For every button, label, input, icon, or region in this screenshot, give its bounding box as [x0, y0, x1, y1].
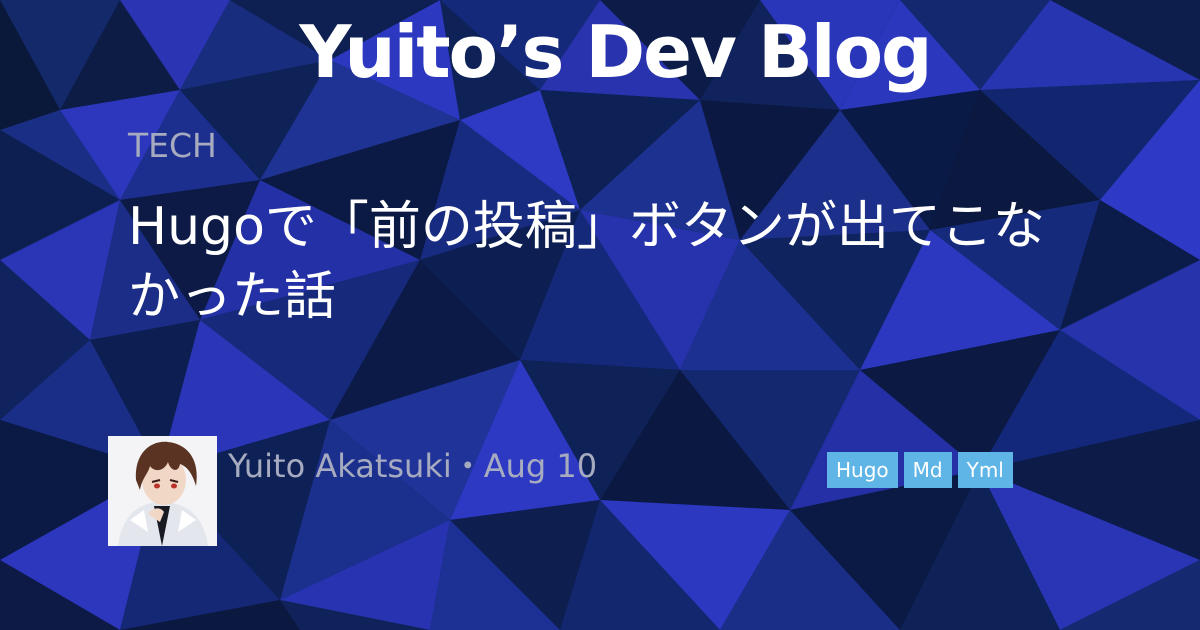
- byline: Yuito Akatsuki・Aug 10: [228, 444, 597, 488]
- tag-list: Hugo Md Yml: [827, 452, 1013, 488]
- tag-yml[interactable]: Yml: [957, 452, 1013, 488]
- tag-hugo[interactable]: Hugo: [827, 452, 898, 488]
- post-title: Hugoで「前の投稿」ボタンが出てこなかった話: [128, 197, 1045, 327]
- author-avatar: [108, 436, 217, 546]
- post-date: Aug 10: [483, 447, 598, 485]
- byline-separator: ・: [451, 447, 484, 485]
- site-title[interactable]: Yuito’s Dev Blog: [0, 2, 1200, 102]
- og-card: Yuito’s Dev Blog TECH Hugoで「前の投稿」ボタンが出てこ…: [0, 0, 1200, 630]
- author-name[interactable]: Yuito Akatsuki: [228, 447, 452, 485]
- tag-md[interactable]: Md: [903, 452, 952, 488]
- post-category: TECH: [128, 126, 217, 165]
